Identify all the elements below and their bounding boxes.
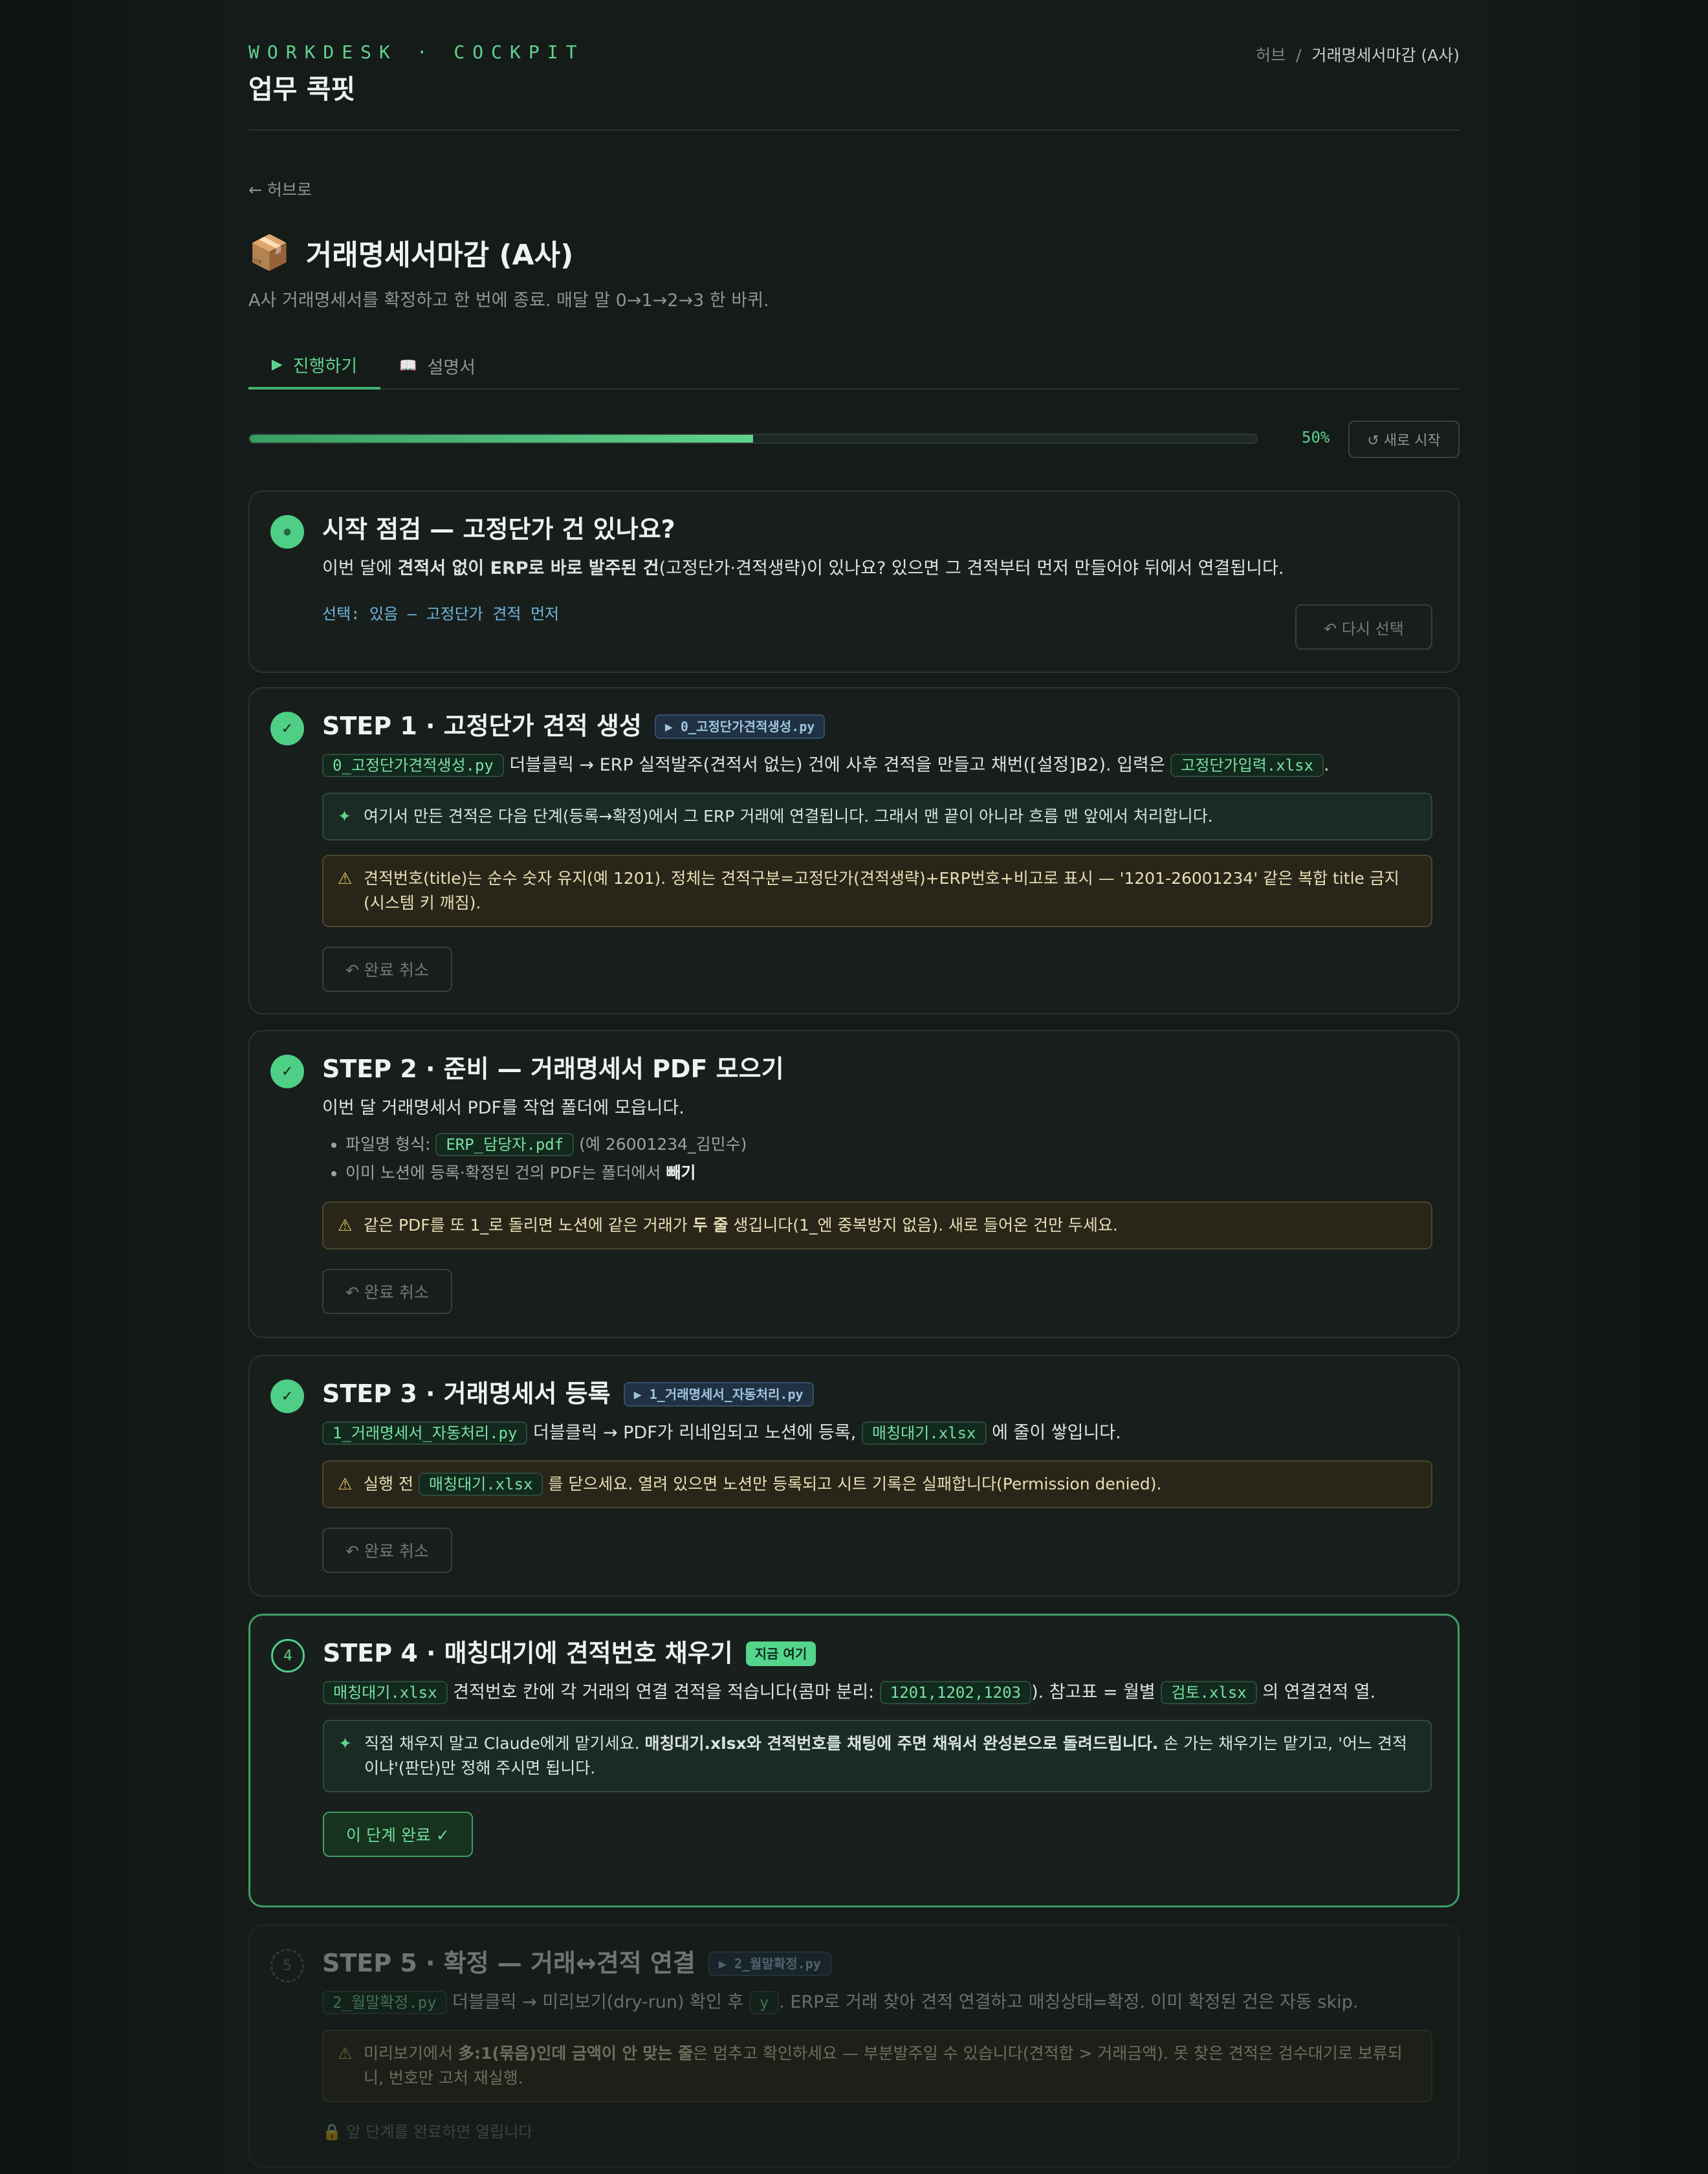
tab-manual[interactable]: 📖 설명서	[380, 342, 494, 390]
header-divider	[248, 129, 1460, 131]
current-step-tag: 지금 여기	[745, 1641, 816, 1666]
undo-complete-button[interactable]: ↶ 완료 취소	[322, 1528, 452, 1574]
code-file: 검토.xlsx	[1161, 1681, 1257, 1705]
list-item: 파일명 형식: ERP_담당자.pdf (예 26001234_김민수)	[345, 1130, 1432, 1159]
book-icon: 📖	[399, 357, 417, 374]
list-item: 이미 노션에 등록·확정된 건의 PDF는 폴더에서 빼기	[345, 1159, 1432, 1187]
script-tag[interactable]: ▶ 0_고정단가견적생성.py	[654, 714, 826, 739]
code-file: 2_월말확정.py	[322, 1991, 447, 2015]
step-2-list: 파일명 형식: ERP_담당자.pdf (예 26001234_김민수) 이미 …	[345, 1130, 1432, 1187]
code-file: 매칭대기.xlsx	[861, 1422, 987, 1445]
dot-icon: ●	[283, 527, 292, 537]
code-value: 1201,1202,1203	[879, 1681, 1032, 1705]
tab-proceed[interactable]: ▶ 진행하기	[248, 342, 380, 390]
back-to-hub-link[interactable]: ← 허브로	[248, 177, 312, 201]
code-value: y	[749, 1991, 780, 2015]
step-5-title: STEP 5 · 확정 — 거래↔견적 연결 ▶ 2_월말확정.py	[322, 1948, 1432, 1979]
warning-note: ⚠ 견적번호(title)는 순수 숫자 유지(예 1201). 정체는 견적구분…	[322, 855, 1432, 928]
step-3-title: STEP 3 · 거래명세서 등록 ▶ 1_거래명세서_자동처리.py	[322, 1378, 1432, 1410]
warning-icon: ⚠	[338, 1475, 353, 1494]
restart-button[interactable]: ↺ 새로 시작	[1348, 421, 1460, 458]
progress-fill	[250, 435, 753, 443]
warning-icon: ⚠	[338, 869, 353, 888]
step-5-text: 2_월말확정.py 더블클릭 → 미리보기(dry-run) 확인 후 y. E…	[322, 1990, 1432, 2015]
step-1-card: ✓ STEP 1 · 고정단가 견적 생성 ▶ 0_고정단가견적생성.py 0_고…	[248, 687, 1460, 1015]
warning-note: ⚠ 미리보기에서 多:1(묶음)인데 금액이 안 맞는 줄은 멈추고 확인하세요 …	[322, 2030, 1432, 2103]
step-number-badge: 5	[270, 1949, 304, 1982]
check-question: 이번 달에 견적서 없이 ERP로 바로 발주된 건(고정단가·견적생략)이 있…	[322, 558, 1284, 579]
step-2-title: STEP 2 · 준비 — 거래명세서 PDF 모으기	[322, 1055, 784, 1083]
package-icon: 📦	[248, 233, 290, 272]
progress-percent: 50%	[1302, 428, 1330, 446]
script-tag[interactable]: ▶ 1_거래명세서_자동처리.py	[623, 1381, 814, 1407]
page-description: A사 거래명세서를 확정하고 한 번에 종료. 매달 말 0→1→2→3 한 바…	[248, 291, 769, 311]
check-icon: ✓	[270, 1379, 304, 1413]
step-4-text: 매칭대기.xlsx 견적번호 칸에 각 거래의 연결 견적을 적습니다(콤마 분…	[323, 1680, 1432, 1706]
warning-note: ⚠ 같은 PDF를 또 1_로 돌리면 노션에 같은 거래가 두 줄 생깁니다(1…	[322, 1202, 1432, 1250]
brand-label: WORKDESK · COCKPIT	[248, 41, 585, 63]
warning-icon: ⚠	[338, 2044, 353, 2063]
sparkle-icon: ✦	[338, 807, 351, 826]
progress-bar	[248, 434, 1258, 444]
app-title: 업무 콕핏	[248, 74, 356, 105]
step-2-card: ✓ STEP 2 · 준비 — 거래명세서 PDF 모으기 이번 달 거래명세서…	[248, 1030, 1460, 1338]
reselect-button[interactable]: ↶ 다시 선택	[1295, 604, 1432, 650]
breadcrumb-home[interactable]: 허브	[1256, 46, 1286, 65]
warning-note: ⚠ 실행 전 매칭대기.xlsx 를 닫으세요. 열려 있으면 노션만 등록되고 …	[322, 1460, 1432, 1509]
code-file: 매칭대기.xlsx	[323, 1681, 448, 1705]
locked-message: 🔒 앞 단계를 완료하면 열립니다	[322, 2123, 533, 2142]
step-3-card: ✓ STEP 3 · 거래명세서 등록 ▶ 1_거래명세서_자동처리.py 1_거…	[248, 1355, 1460, 1597]
sparkle-icon: ✦	[338, 1734, 352, 1753]
tab-proceed-label: 진행하기	[292, 356, 358, 377]
code-file: 0_고정단가견적생성.py	[322, 754, 504, 778]
tab-manual-label: 설명서	[427, 357, 476, 378]
check-icon: ✓	[270, 712, 304, 745]
code-file: 1_거래명세서_자동처리.py	[322, 1422, 528, 1445]
breadcrumb-current: 거래명세서마감 (A사)	[1311, 46, 1460, 65]
script-tag: ▶ 2_월말확정.py	[708, 1951, 831, 1976]
check-icon: ✓	[270, 1055, 304, 1088]
breadcrumb-separator: /	[1296, 46, 1302, 65]
tip-note: ✦ 여기서 만든 견적은 다음 단계(등록→확정)에서 그 ERP 거래에 연결됩…	[322, 793, 1432, 841]
step-1-text: 0_고정단가견적생성.py 더블클릭 → ERP 실적발주(견적서 없는) 건에…	[322, 752, 1432, 778]
check-title: 시작 점검 — 고정단가 건 있나요?	[322, 515, 675, 544]
step-4-title: STEP 4 · 매칭대기에 견적번호 채우기 지금 여기	[323, 1638, 1432, 1669]
code-file: 매칭대기.xlsx	[418, 1473, 543, 1497]
warning-icon: ⚠	[338, 1216, 353, 1235]
step-number-badge: 4	[271, 1639, 305, 1673]
step-2-text: 이번 달 거래명세서 PDF를 작업 폴더에 모읍니다.	[322, 1098, 684, 1119]
undo-complete-button[interactable]: ↶ 완료 취소	[322, 1269, 452, 1315]
undo-complete-button[interactable]: ↶ 완료 취소	[322, 947, 452, 993]
step-1-title: STEP 1 · 고정단가 견적 생성 ▶ 0_고정단가견적생성.py	[322, 710, 1432, 742]
start-check-card: ● 시작 점검 — 고정단가 건 있나요? 이번 달에 견적서 없이 ERP로 …	[248, 490, 1460, 673]
page-title-text: 거래명세서마감 (A사)	[305, 239, 574, 272]
step-5-card: 5 STEP 5 · 확정 — 거래↔견적 연결 ▶ 2_월말확정.py 2_월말…	[248, 1924, 1460, 2168]
complete-step-button[interactable]: 이 단계 완료 ✓	[323, 1812, 473, 1858]
check-badge: ●	[270, 515, 304, 549]
code-file: 고정단가입력.xlsx	[1170, 754, 1324, 778]
play-icon: ▶	[271, 356, 283, 373]
tab-bar: ▶ 진행하기 📖 설명서	[248, 342, 1460, 390]
check-choice: 선택: 있음 — 고정단가 견적 먼저	[322, 605, 560, 624]
tip-note: ✦ 직접 채우지 말고 Claude에게 맡기세요. 매칭대기.xlsx와 견적번…	[323, 1720, 1432, 1793]
step-4-card: 4 STEP 4 · 매칭대기에 견적번호 채우기 지금 여기 매칭대기.xlsx…	[248, 1614, 1460, 1907]
code-file: ERP_담당자.pdf	[435, 1133, 575, 1157]
breadcrumb: 허브 / 거래명세서마감 (A사)	[1256, 43, 1460, 66]
step-3-text: 1_거래명세서_자동처리.py 더블클릭 → PDF가 리네임되고 노션에 등록…	[322, 1420, 1432, 1446]
page-title: 📦 거래명세서마감 (A사)	[248, 232, 573, 273]
